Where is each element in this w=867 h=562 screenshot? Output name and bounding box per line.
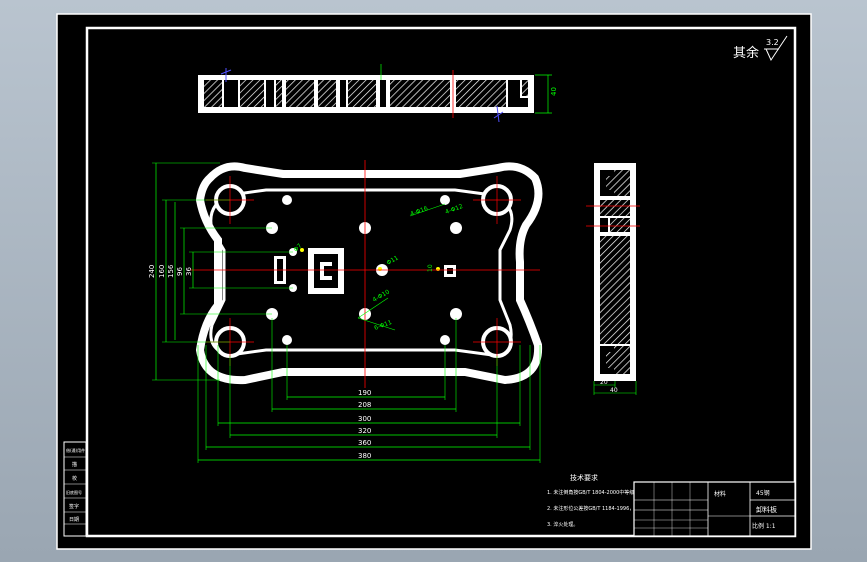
side-dim-20: 20 [600, 379, 608, 386]
side-row-5: 日期 [69, 517, 79, 523]
vdim-36: 36 [185, 267, 193, 276]
hdim-190: 190 [358, 389, 371, 397]
notes-line-2: 2. 未注形位公差按GB/T 1184-1996，H级。 [547, 505, 648, 512]
vdim-96: 96 [176, 267, 184, 276]
side-section-view: 20 40 [586, 163, 640, 395]
vdim-156: 156 [167, 264, 175, 278]
vdim-240: 240 [148, 265, 156, 278]
notes-line-3: 3. 淬火处理。 [547, 521, 578, 528]
side-row-4: 签字 [69, 503, 79, 510]
title-part-name: 卸料板 [756, 505, 777, 514]
side-dim-40: 40 [610, 387, 618, 394]
cad-drawing: 其余 3.2 40 4-Φ16 4-Φ12 Φ7 Φ11 4-Φ10 6-Φ11… [56, 13, 812, 550]
top-view-height-dim: 40 [550, 87, 558, 96]
notes-title: 技术要求 [570, 473, 598, 482]
side-row-2: 校 [72, 475, 77, 482]
surface-note-label: 其余 [733, 45, 759, 61]
notes-line-1: 1. 未注倒角按GB/T 1804-2000中等级。 [547, 489, 639, 496]
title-material-label: 材料 [714, 490, 726, 498]
hdim-300: 300 [358, 415, 371, 423]
side-row-0: 借(通)用件 [66, 447, 85, 453]
hdim-320: 320 [358, 427, 371, 435]
callout-slot-10: 10 [427, 264, 434, 272]
vdim-160: 160 [158, 265, 166, 278]
title-scale: 比例 1:1 [752, 522, 776, 530]
side-row-3: 旧底图号 [66, 489, 82, 495]
title-material: 45钢 [756, 489, 770, 497]
side-row-1: 描 [72, 461, 77, 468]
title-block: 材料 卸料板 45钢 比例 1:1 [633, 481, 796, 537]
hdim-360: 360 [358, 439, 371, 447]
roughness-value: 3.2 [766, 38, 779, 47]
side-signature-table: 借(通)用件 描 校 旧底图号 签字 日期 [63, 441, 87, 537]
hdim-380: 380 [358, 452, 371, 460]
hdim-208: 208 [358, 401, 371, 409]
